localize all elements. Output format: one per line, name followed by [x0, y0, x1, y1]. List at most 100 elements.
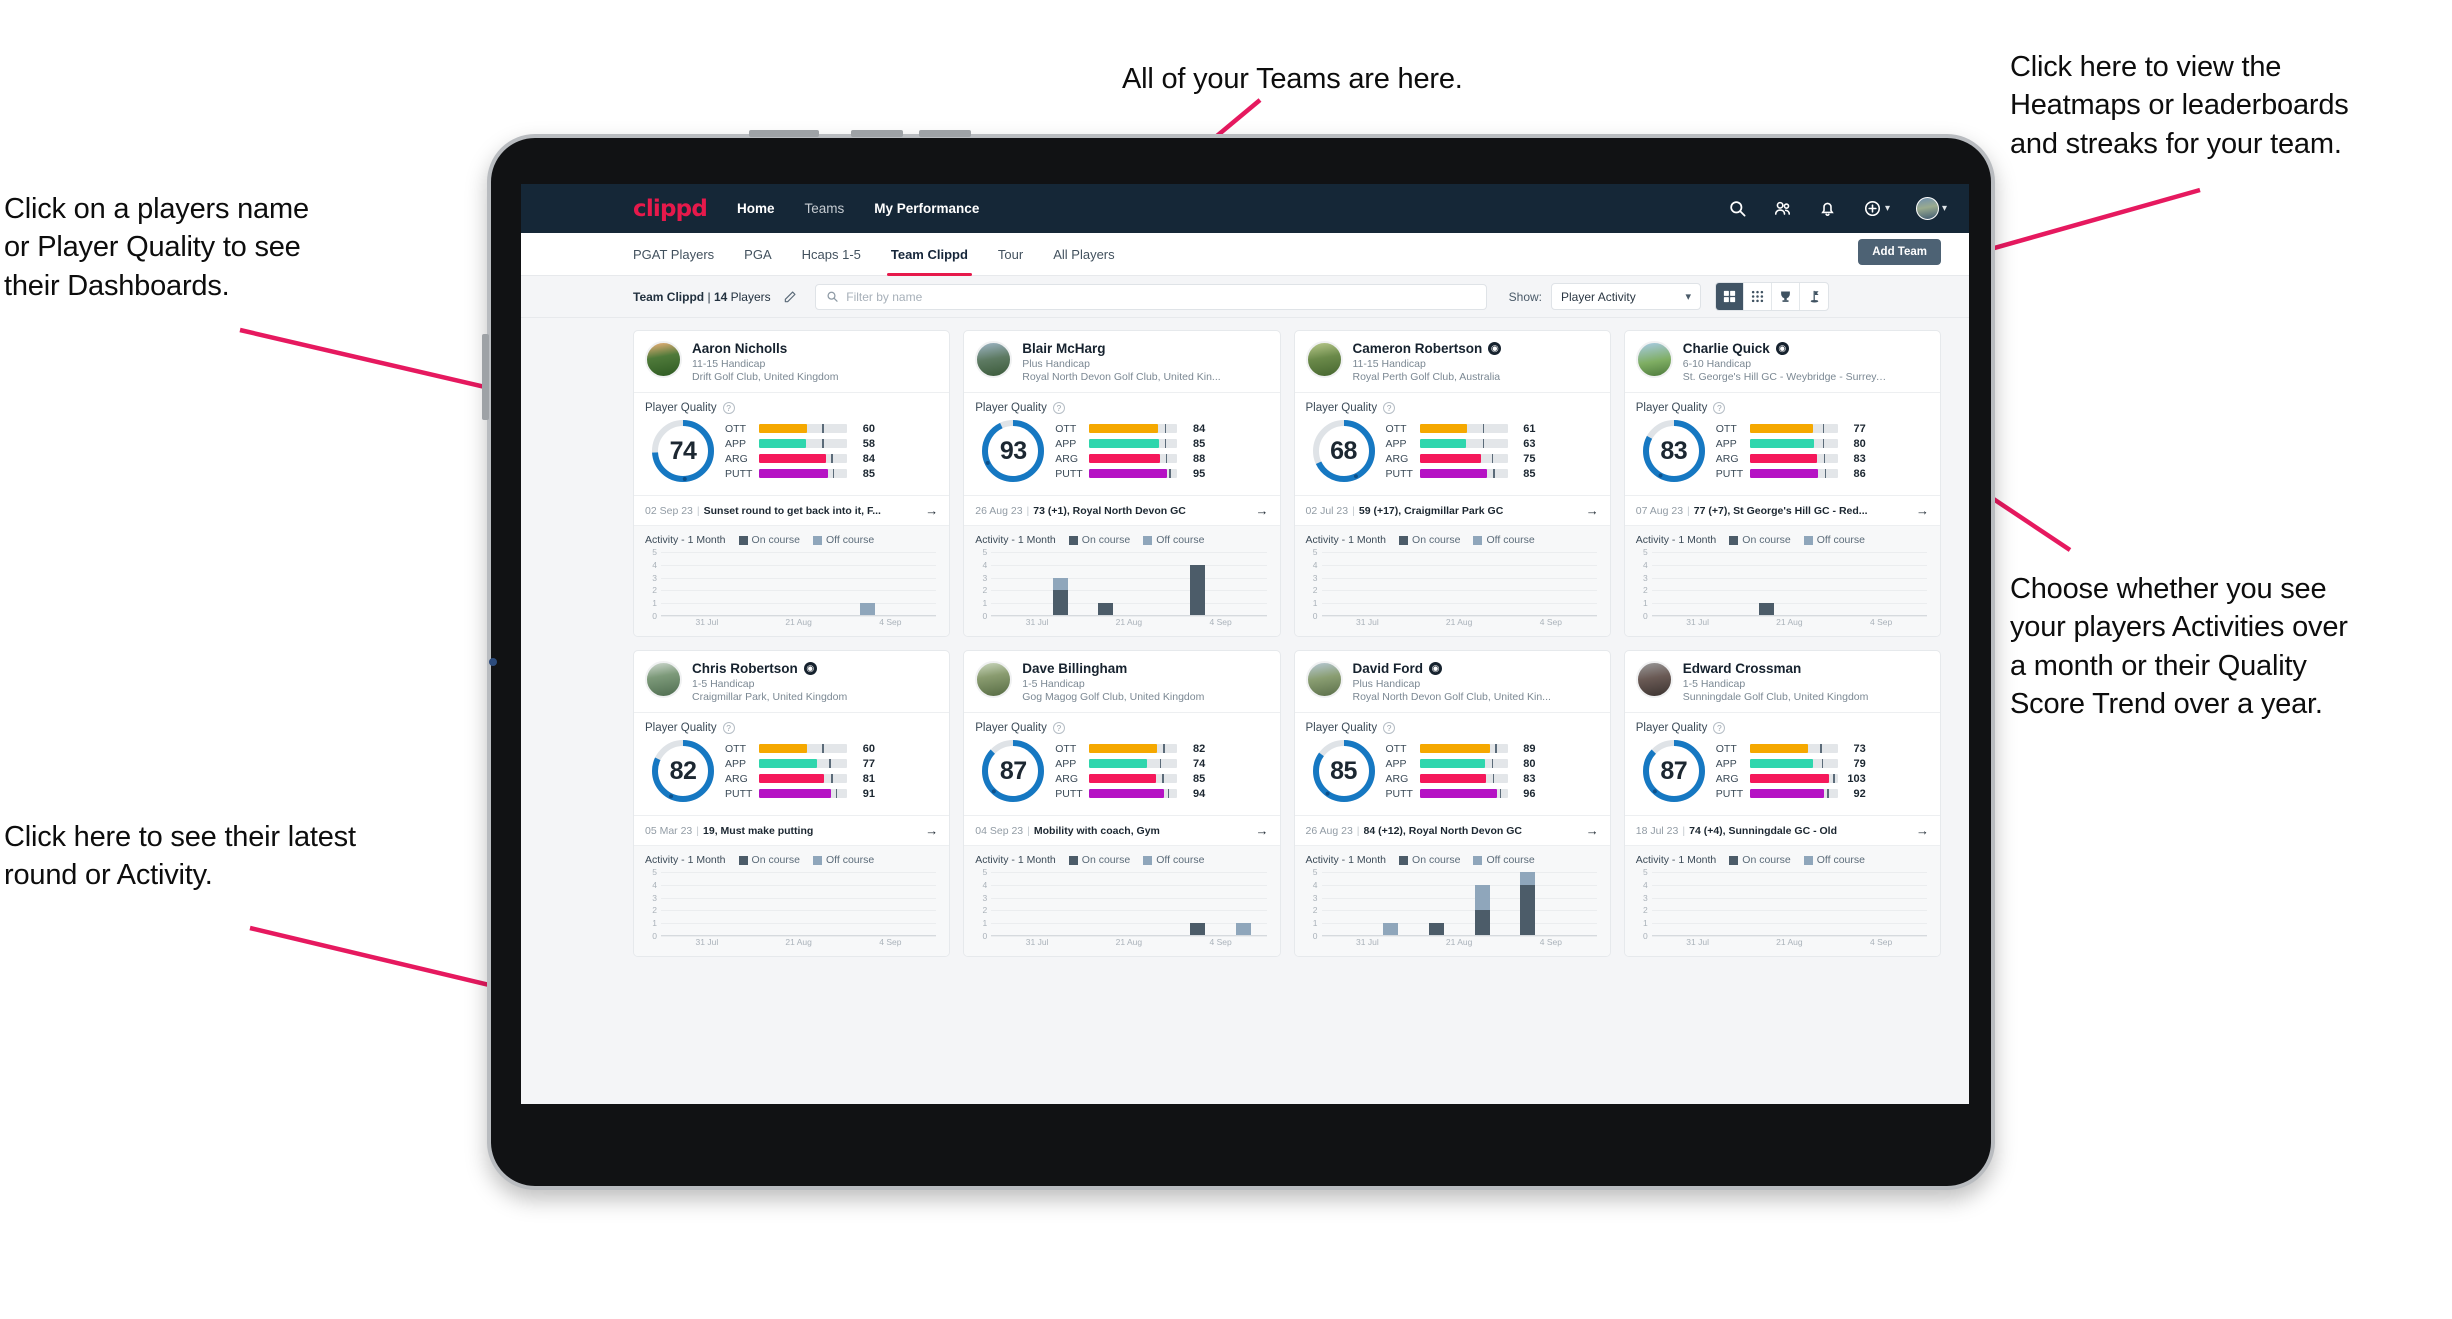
player-avatar[interactable] — [645, 341, 682, 378]
help-icon[interactable]: ? — [1383, 722, 1396, 734]
player-quality-body[interactable]: 74 OTT 60 APP 58 ARG 84 PUTT 85 — [634, 414, 949, 495]
add-team-button[interactable]: Add Team — [1858, 239, 1941, 265]
nav-link-teams[interactable]: Teams — [805, 201, 845, 216]
show-select[interactable]: Player Activity ▾ — [1551, 283, 1702, 310]
arrow-right-icon[interactable]: → — [1256, 503, 1269, 518]
plus-circle-icon[interactable] — [1863, 199, 1882, 218]
player-card-header[interactable]: David Ford ◉ Plus Handicap Royal North D… — [1295, 651, 1610, 712]
player-card[interactable]: Edward Crossman 1-5 Handicap Sunningdale… — [1623, 650, 1941, 957]
player-avatar[interactable] — [1305, 341, 1343, 378]
volume-down-button[interactable] — [919, 130, 971, 137]
player-avatar[interactable] — [1635, 661, 1673, 698]
player-name[interactable]: Cameron Robertson — [1353, 341, 1483, 356]
player-card[interactable]: Aaron Nicholls 11-15 Handicap Drift Golf… — [633, 330, 951, 637]
tab-team-clippd[interactable]: Team Clippd — [886, 233, 972, 276]
player-card-header[interactable]: Aaron Nicholls 11-15 Handicap Drift Golf… — [634, 331, 949, 392]
player-name[interactable]: David Ford — [1353, 661, 1424, 676]
player-avatar[interactable] — [645, 661, 682, 698]
arrow-right-icon[interactable]: → — [1916, 503, 1929, 518]
tab-tour[interactable]: Tour — [998, 233, 1023, 276]
people-icon[interactable] — [1773, 199, 1792, 218]
player-quality-body[interactable]: 82 OTT 60 APP 77 ARG 81 PUTT 91 — [634, 734, 949, 815]
arrow-right-icon[interactable]: → — [1586, 823, 1599, 838]
help-icon[interactable]: ? — [1052, 402, 1065, 414]
quality-donut[interactable]: 87 — [979, 737, 1047, 805]
player-card[interactable]: David Ford ◉ Plus Handicap Royal North D… — [1293, 650, 1611, 957]
quality-donut[interactable]: 87 — [1640, 737, 1708, 805]
power-button[interactable] — [749, 130, 819, 137]
plus-circle-button[interactable]: ▾ — [1863, 199, 1890, 218]
quality-donut[interactable]: 93 — [979, 417, 1047, 485]
player-card-header[interactable]: Blair McHarg Plus Handicap Royal North D… — [964, 331, 1279, 392]
side-button[interactable] — [482, 334, 489, 420]
chevron-down-icon[interactable]: ▾ — [1885, 203, 1890, 214]
quality-donut[interactable]: 85 — [1310, 737, 1378, 805]
trophy-view-icon[interactable] — [1772, 283, 1801, 310]
help-icon[interactable]: ? — [1713, 722, 1726, 734]
quality-donut[interactable]: 74 — [649, 417, 717, 485]
search-box[interactable] — [814, 283, 1487, 310]
tab-hcaps-1-5[interactable]: Hcaps 1-5 — [802, 233, 861, 276]
player-name-row[interactable]: Edward Crossman — [1683, 661, 1869, 676]
latest-round-row[interactable]: 26 Aug 23 | 73 (+1), Royal North Devon G… — [964, 495, 1280, 525]
latest-round-row[interactable]: 18 Jul 23 | 74 (+4), Sunningdale GC - Ol… — [1624, 815, 1940, 845]
bell-icon[interactable] — [1818, 199, 1837, 218]
player-name[interactable]: Aaron Nicholls — [692, 341, 787, 356]
player-avatar[interactable] — [1305, 661, 1343, 698]
tab-all-players[interactable]: All Players — [1053, 233, 1114, 276]
flag-view-icon[interactable] — [1800, 283, 1828, 310]
latest-round-row[interactable]: 26 Aug 23 | 84 (+12), Royal North Devon … — [1294, 815, 1610, 845]
player-name[interactable]: Chris Robertson — [692, 661, 798, 676]
latest-round-row[interactable]: 02 Sep 23 | Sunset round to get back int… — [634, 495, 950, 525]
player-name[interactable]: Dave Billingham — [1022, 661, 1127, 676]
quality-donut[interactable]: 82 — [649, 737, 717, 805]
player-card-header[interactable]: Chris Robertson ◉ 1-5 Handicap Craigmill… — [634, 651, 949, 712]
volume-up-button[interactable] — [851, 130, 903, 137]
player-name-row[interactable]: Charlie Quick ◉ — [1683, 341, 1888, 356]
player-card-header[interactable]: Cameron Robertson ◉ 11-15 Handicap Royal… — [1295, 331, 1610, 392]
edit-pencil-icon[interactable] — [783, 290, 797, 304]
player-quality-body[interactable]: 68 OTT 61 APP 63 ARG 75 PUTT 85 — [1295, 414, 1610, 495]
arrow-right-icon[interactable]: → — [925, 823, 938, 838]
arrow-right-icon[interactable]: → — [925, 503, 938, 518]
quality-donut[interactable]: 83 — [1640, 417, 1708, 485]
player-card-header[interactable]: Edward Crossman 1-5 Handicap Sunningdale… — [1625, 651, 1940, 712]
player-quality-body[interactable]: 87 OTT 82 APP 74 ARG 85 PUTT 94 — [964, 734, 1279, 815]
player-quality-body[interactable]: 87 OTT 73 APP 79 ARG 103 PUTT 92 — [1625, 734, 1940, 815]
arrow-right-icon[interactable]: → — [1916, 823, 1929, 838]
help-icon[interactable]: ? — [1713, 402, 1726, 414]
grid-view-icon[interactable] — [1716, 283, 1745, 310]
nav-link-home[interactable]: Home — [737, 201, 775, 216]
avatar[interactable] — [1915, 197, 1939, 220]
clippd-logo[interactable]: clippd — [633, 196, 708, 222]
tab-pgat-players[interactable]: PGAT Players — [633, 233, 714, 276]
player-quality-body[interactable]: 83 OTT 77 APP 80 ARG 83 PUTT 86 — [1625, 414, 1940, 495]
player-avatar[interactable] — [975, 341, 1013, 378]
latest-round-row[interactable]: 04 Sep 23 | Mobility with coach, Gym → — [964, 815, 1280, 845]
player-name-row[interactable]: Blair McHarg — [1022, 341, 1220, 356]
search-input[interactable] — [846, 289, 1476, 304]
player-card[interactable]: Charlie Quick ◉ 6-10 Handicap St. George… — [1623, 330, 1941, 637]
help-icon[interactable]: ? — [1383, 402, 1396, 414]
nav-link-my-performance[interactable]: My Performance — [874, 201, 979, 216]
search-icon[interactable] — [1728, 199, 1747, 218]
player-name[interactable]: Edward Crossman — [1683, 661, 1802, 676]
player-card-header[interactable]: Charlie Quick ◉ 6-10 Handicap St. George… — [1625, 331, 1940, 392]
latest-round-row[interactable]: 02 Jul 23 | 59 (+17), Craigmillar Park G… — [1294, 495, 1610, 525]
arrow-right-icon[interactable]: → — [1586, 503, 1599, 518]
player-card[interactable]: Chris Robertson ◉ 1-5 Handicap Craigmill… — [633, 650, 951, 957]
player-name-row[interactable]: Aaron Nicholls — [692, 341, 838, 356]
player-avatar[interactable] — [1635, 341, 1673, 378]
help-icon[interactable]: ? — [1052, 722, 1065, 734]
player-name-row[interactable]: Chris Robertson ◉ — [692, 661, 847, 676]
latest-round-row[interactable]: 07 Aug 23 | 77 (+7), St George's Hill GC… — [1624, 495, 1940, 525]
player-quality-body[interactable]: 85 OTT 89 APP 80 ARG 83 PUTT 96 — [1295, 734, 1610, 815]
arrow-right-icon[interactable]: → — [1256, 823, 1269, 838]
help-icon[interactable]: ? — [722, 402, 735, 414]
player-card[interactable]: Blair McHarg Plus Handicap Royal North D… — [963, 330, 1281, 637]
player-card[interactable]: Dave Billingham 1-5 Handicap Gog Magog G… — [963, 650, 1281, 957]
profile-menu[interactable]: ▾ — [1915, 197, 1947, 220]
quality-donut[interactable]: 68 — [1310, 417, 1378, 485]
player-name-row[interactable]: Dave Billingham — [1022, 661, 1204, 676]
player-card[interactable]: Cameron Robertson ◉ 11-15 Handicap Royal… — [1293, 330, 1611, 637]
